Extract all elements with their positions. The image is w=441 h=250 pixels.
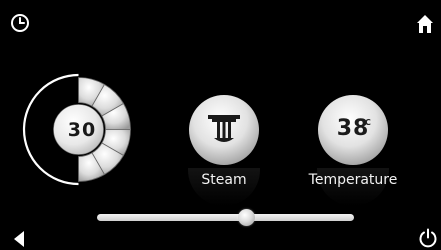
- temperature-unit: °C: [361, 118, 371, 127]
- back-arrow-icon[interactable]: [12, 230, 26, 248]
- home-icon[interactable]: [416, 14, 434, 34]
- level-slider-thumb[interactable]: [237, 209, 255, 226]
- temperature-value: 38: [336, 116, 370, 141]
- temperature-label: Temperature: [308, 172, 398, 188]
- timer-value: 30: [67, 119, 97, 141]
- steam-button[interactable]: [188, 94, 260, 166]
- steam-label: Steam: [201, 172, 247, 188]
- level-slider-track[interactable]: [97, 214, 354, 221]
- clock-icon[interactable]: [10, 13, 30, 33]
- power-icon[interactable]: [418, 228, 438, 248]
